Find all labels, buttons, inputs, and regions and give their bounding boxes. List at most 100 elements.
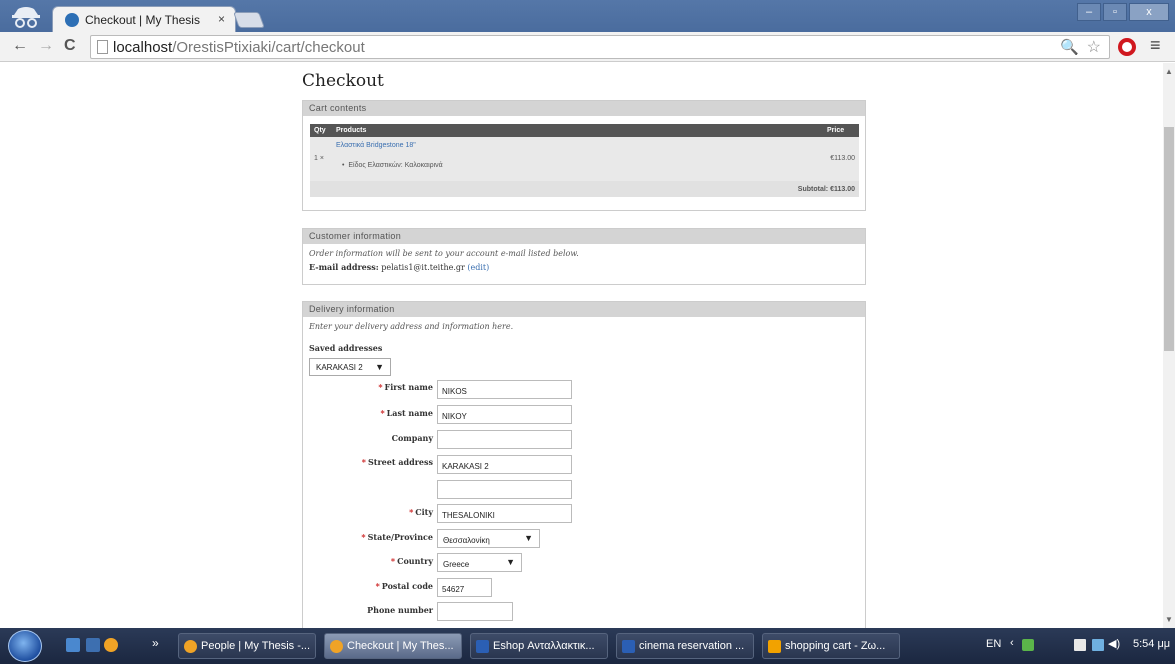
- task-shopping-cart[interactable]: shopping cart - Ζω...: [762, 633, 900, 659]
- first-name-label: * First name: [303, 382, 433, 392]
- task-eshop[interactable]: Eshop Ανταλλακτικ...: [470, 633, 608, 659]
- email-label: E-mail address:: [309, 262, 379, 272]
- cart-contents-panel: Cart contents Qty Products Price Ελαστικ…: [302, 100, 866, 211]
- saved-address-value: KARAKASI 2: [316, 363, 363, 372]
- street-address-label-text: Street address: [367, 457, 433, 467]
- postal-code-label: * Postal code: [303, 581, 433, 591]
- qty-header: Qty: [310, 124, 332, 137]
- start-button[interactable]: [8, 630, 42, 662]
- task-checkout[interactable]: Checkout | My Thes...: [324, 633, 462, 659]
- minimize-button[interactable]: –: [1077, 3, 1101, 21]
- city-input[interactable]: THESALONIKI: [437, 504, 572, 523]
- state-label: * State/Province: [303, 532, 433, 542]
- show-hidden-icons[interactable]: ‹: [1010, 637, 1014, 649]
- scroll-up-icon[interactable]: ▲: [1165, 67, 1173, 76]
- street-address-2-input[interactable]: [437, 480, 572, 499]
- phone-number-label-text: Phone number: [367, 605, 433, 615]
- saved-addresses-select[interactable]: KARAKASI 2 ▼: [309, 358, 391, 376]
- language-indicator[interactable]: EN: [986, 638, 1001, 650]
- url-path: /OrestisPtixiaki/cart/checkout: [172, 39, 365, 56]
- back-button[interactable]: ←: [12, 37, 28, 55]
- country-label: * Country: [303, 556, 433, 566]
- task-people[interactable]: People | My Thesis -...: [178, 633, 316, 659]
- url-text: localhost/OrestisPtixiaki/cart/checkout: [113, 39, 365, 56]
- show-desktop-icon[interactable]: [66, 638, 80, 652]
- delivery-intro: Enter your delivery address and informat…: [309, 322, 514, 331]
- browser-titlebar: Checkout | My Thesis × – ▫ x: [0, 0, 1175, 32]
- quicklaunch-overflow-icon[interactable]: »: [152, 636, 159, 650]
- forward-button[interactable]: →: [38, 37, 54, 55]
- network-icon[interactable]: [1074, 639, 1086, 651]
- street-address-input[interactable]: KARAKASI 2: [437, 455, 572, 474]
- dropdown-arrow-icon: ▼: [375, 362, 384, 372]
- item-qty: 1 ×: [310, 151, 332, 181]
- street-address-label: * Street address: [303, 457, 433, 467]
- scroll-down-icon[interactable]: ▼: [1165, 615, 1173, 624]
- chrome-quicklaunch-icon[interactable]: [104, 638, 118, 652]
- last-name-input[interactable]: NIKOY: [437, 405, 572, 424]
- state-value: Θεσσαλονίκη: [443, 536, 490, 545]
- required-mark: *: [380, 408, 385, 418]
- required-mark: *: [375, 581, 380, 591]
- new-tab-button[interactable]: [233, 12, 265, 28]
- required-mark: *: [361, 532, 366, 542]
- menu-icon[interactable]: ≡: [1150, 35, 1161, 56]
- clock[interactable]: 5:54 μμ: [1133, 638, 1170, 650]
- cart-table: Qty Products Price Ελαστικά Bridgestone …: [310, 124, 859, 197]
- reload-button[interactable]: C: [64, 37, 76, 55]
- product-link[interactable]: Ελαστικά Bridgestone 18": [336, 142, 416, 149]
- page-scrollbar[interactable]: ▲ ▼: [1163, 63, 1175, 628]
- state-label-text: State/Province: [367, 532, 433, 542]
- address-bar[interactable]: localhost/OrestisPtixiaki/cart/checkout …: [90, 35, 1110, 59]
- country-value: Greece: [443, 560, 470, 569]
- chrome-icon: [330, 640, 343, 653]
- country-select[interactable]: Greece ▼: [437, 553, 522, 572]
- vlc-icon: [768, 640, 781, 653]
- opera-extension-icon[interactable]: [1118, 38, 1136, 56]
- edit-email-link[interactable]: (edit): [467, 263, 489, 272]
- volume-icon[interactable]: ◀): [1108, 637, 1120, 650]
- cart-subtotal: Subtotal: €113.00: [310, 181, 859, 197]
- page-title: Checkout: [302, 71, 384, 91]
- state-select[interactable]: Θεσσαλονίκη ▼: [437, 529, 540, 548]
- first-name-label-text: First name: [384, 382, 433, 392]
- city-label-text: City: [415, 507, 433, 517]
- close-window-button[interactable]: x: [1129, 3, 1169, 21]
- required-mark: *: [378, 382, 383, 392]
- tab-title: Checkout | My Thesis: [85, 13, 200, 27]
- last-name-label: * Last name: [303, 408, 433, 418]
- email-row: E-mail address: pelatis1@it.teithe.gr (e…: [303, 258, 865, 272]
- email-value: pelatis1@it.teithe.gr: [381, 263, 465, 272]
- required-mark: *: [390, 556, 396, 566]
- company-input[interactable]: [437, 430, 572, 449]
- task-cinema[interactable]: cinema reservation ...: [616, 633, 754, 659]
- city-label: * City: [303, 507, 433, 517]
- first-name-input[interactable]: NIKOS: [437, 380, 572, 399]
- country-label-text: Country: [397, 556, 433, 566]
- delivery-information-panel: Delivery information Enter your delivery…: [302, 301, 866, 628]
- customer-information-panel: Customer information Order information w…: [302, 228, 866, 285]
- price-header: Price: [823, 124, 859, 137]
- browser-tab[interactable]: Checkout | My Thesis ×: [52, 6, 236, 32]
- customer-intro: Order information will be sent to your a…: [309, 249, 579, 258]
- postal-code-label-text: Postal code: [381, 581, 433, 591]
- page-content: Checkout Cart contents Qty Products Pric…: [0, 63, 1163, 628]
- item-price: €113.00: [823, 151, 859, 181]
- word-icon: [622, 640, 635, 653]
- maximize-button[interactable]: ▫: [1103, 3, 1127, 21]
- tab-close-icon[interactable]: ×: [218, 12, 225, 26]
- browser-toolbar: ← → C localhost/OrestisPtixiaki/cart/che…: [0, 32, 1175, 62]
- company-label: Company: [303, 433, 433, 443]
- last-name-label-text: Last name: [386, 408, 433, 418]
- bookmark-star-icon[interactable]: ☆: [1087, 37, 1101, 57]
- explorer-icon[interactable]: [86, 638, 100, 652]
- postal-code-input[interactable]: 54627: [437, 578, 492, 597]
- tray-app-icon[interactable]: [1022, 639, 1034, 651]
- search-icon[interactable]: 🔍: [1060, 38, 1079, 56]
- phone-number-label: Phone number: [303, 605, 433, 615]
- phone-number-input[interactable]: [437, 602, 513, 621]
- display-icon[interactable]: [1092, 639, 1104, 651]
- scrollbar-thumb[interactable]: [1164, 127, 1174, 351]
- task-label: Eshop Ανταλλακτικ...: [493, 640, 595, 652]
- incognito-icon: [12, 7, 40, 28]
